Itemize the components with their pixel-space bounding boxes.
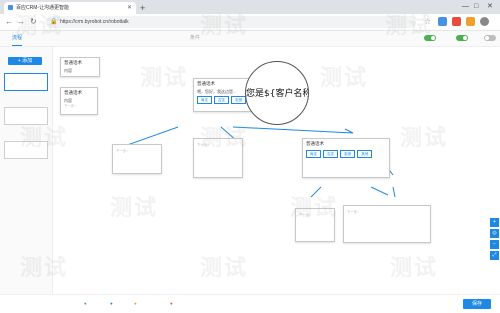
circle-icon: ● (110, 301, 113, 306)
add-flow-button[interactable]: + 添加 (8, 57, 42, 65)
branch-chip[interactable]: 拒绝 (340, 150, 356, 158)
branch-chip[interactable]: 肯定 (197, 96, 212, 104)
close-window-icon[interactable]: ✕ (487, 1, 493, 13)
circle-icon: ● (134, 301, 137, 306)
favicon-icon (8, 5, 13, 10)
node-title: 普通话术 (64, 60, 82, 65)
zoom-lens: 您是${客户名称}吗 (245, 61, 309, 125)
extension-icon[interactable] (466, 17, 475, 26)
zoom-in-icon[interactable]: + (490, 218, 499, 227)
extension-icon[interactable] (452, 17, 461, 26)
legend-item: ● (134, 295, 137, 313)
legend-item: ● (170, 295, 173, 313)
flow-node[interactable]: 普通话术 肯定 否定 拒绝 其他 (302, 138, 390, 178)
flow-node[interactable]: 下一步： (295, 208, 335, 242)
browser-tab[interactable]: 百应CRM-让沟通更智能 ✕ (4, 2, 136, 14)
node-next: 下一步： (197, 143, 211, 147)
flow-node[interactable]: 下一步： (112, 144, 162, 174)
forward-icon[interactable]: → (17, 16, 25, 28)
branch-chip[interactable]: 否定 (323, 150, 339, 158)
node-next: 下一步： (299, 213, 313, 217)
node-next: 下一步： (64, 104, 78, 108)
toggle-switch[interactable] (456, 35, 468, 41)
branch-chip[interactable]: 拒绝 (231, 96, 247, 104)
minimize-icon[interactable]: — (462, 1, 469, 13)
profile-avatar[interactable] (480, 17, 489, 26)
flow-node[interactable]: 下一步： (193, 138, 243, 178)
flow-node-start[interactable]: 普通话术 内容 (60, 57, 100, 77)
zoom-reset-icon[interactable]: ◎ (490, 229, 499, 238)
extension-icon[interactable] (438, 17, 447, 26)
app-top-bar: 流程 条件 (0, 31, 500, 47)
flow-item[interactable] (4, 73, 48, 91)
fit-icon[interactable]: ⤢ (490, 251, 499, 260)
branch-chip[interactable]: 否定 (214, 96, 230, 104)
new-tab-button[interactable]: + (140, 2, 145, 14)
node-title: 普通话术 (306, 141, 324, 146)
url-bar[interactable]: https://crm.byrobot.cn/robottalk (46, 16, 416, 28)
branch-chip[interactable]: 肯定 (306, 150, 321, 158)
node-next: 下一步： (116, 149, 130, 153)
tab-flow[interactable]: 流程 (12, 31, 23, 46)
legend-item: ● (84, 295, 87, 313)
node-body: 内容 (64, 68, 72, 73)
maximize-icon[interactable]: □ (474, 1, 478, 13)
toggle-switch[interactable] (484, 35, 496, 41)
zoom-out-icon[interactable]: − (490, 240, 499, 249)
browser-tab-title: 百应CRM-让沟通更智能 (16, 5, 70, 11)
circle-icon: ● (170, 301, 173, 306)
node-title: 普通话术 (64, 90, 82, 95)
flow-item[interactable] (4, 107, 48, 125)
flow-node[interactable]: 下一步： (343, 205, 431, 243)
flow-node[interactable]: 普通话术 喂，您好，我这边是... 肯定 否定 拒绝 (193, 78, 253, 112)
lock-icon: 🔒 (50, 19, 58, 25)
node-next: 下一步： (347, 210, 361, 214)
canvas-footer: ● ● ● ● 保存 (0, 294, 500, 313)
save-button[interactable]: 保存 (463, 299, 491, 309)
flow-item[interactable] (4, 141, 48, 159)
browser-tab-bar: 百应CRM-让沟通更智能 ✕ + — □ ✕ (0, 0, 500, 14)
close-tab-icon[interactable]: ✕ (127, 2, 132, 14)
bookmark-star-icon[interactable]: ☆ (424, 16, 431, 28)
back-icon[interactable]: ← (5, 16, 13, 28)
node-title: 普通话术 (197, 81, 215, 86)
legend-item: ● (110, 295, 113, 313)
circle-icon: ● (84, 301, 87, 306)
toggle-switch[interactable] (424, 35, 436, 41)
flow-sidebar: + 添加 (0, 47, 53, 294)
flow-node[interactable]: 普通话术 内容 下一步： (60, 87, 98, 115)
url-text: https://crm.byrobot.cn/robottalk (60, 19, 129, 25)
branch-chip[interactable]: 其他 (357, 150, 373, 158)
address-toolbar: ← → ↻ https://crm.byrobot.cn/robottalk 🔒… (0, 14, 500, 31)
reload-icon[interactable]: ↻ (30, 16, 37, 28)
tab-item[interactable]: 条件 (190, 31, 200, 46)
zoom-lens-text: 您是${客户名称}吗 (246, 89, 308, 99)
